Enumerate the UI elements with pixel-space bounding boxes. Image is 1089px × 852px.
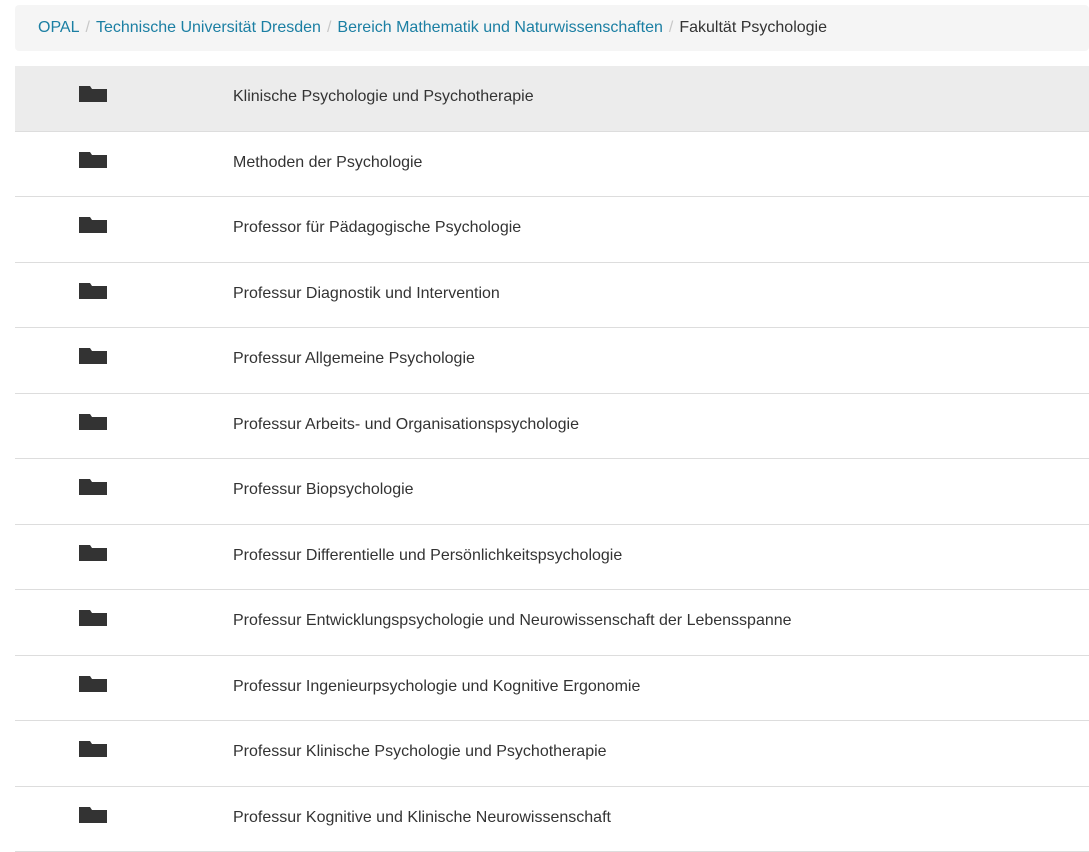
breadcrumb-link-tu-dresden[interactable]: Technische Universität Dresden (96, 19, 321, 37)
folder-icon (79, 348, 107, 364)
folder-icon (79, 676, 107, 692)
folder-label[interactable]: Professur Allgemeine Psychologie (233, 349, 475, 369)
folder-label[interactable]: Professor für Pädagogische Psychologie (233, 218, 521, 238)
folder-icon (79, 283, 107, 299)
folder-icon (79, 414, 107, 430)
folder-label[interactable]: Professur Entwicklungspsychologie und Ne… (233, 611, 792, 631)
breadcrumb: OPAL / Technische Universität Dresden / … (15, 5, 1089, 51)
breadcrumb-current: Fakultät Psychologie (679, 19, 827, 37)
breadcrumb-link-bereich[interactable]: Bereich Mathematik und Naturwissenschaft… (337, 19, 663, 37)
folder-row[interactable]: Klinische Psychologie und Psychotherapie (15, 66, 1089, 132)
folder-icon (79, 610, 107, 626)
folder-list: Klinische Psychologie und Psychotherapie… (15, 66, 1089, 852)
folder-label[interactable]: Professur Differentielle und Persönlichk… (233, 546, 622, 566)
folder-icon (79, 807, 107, 823)
folder-row[interactable]: Professur Biopsychologie (15, 459, 1089, 525)
folder-row[interactable]: Professur Klinische Psychologie und Psyc… (15, 721, 1089, 787)
folder-label[interactable]: Professur Ingenieurpsychologie und Kogni… (233, 677, 640, 697)
folder-row[interactable]: Methoden der Psychologie (15, 132, 1089, 198)
folder-row[interactable]: Professur Entwicklungspsychologie und Ne… (15, 590, 1089, 656)
folder-row[interactable]: Professur Diagnostik und Intervention (15, 263, 1089, 329)
folder-icon (79, 741, 107, 757)
folder-icon (79, 479, 107, 495)
breadcrumb-separator: / (321, 19, 337, 37)
folder-label[interactable]: Methoden der Psychologie (233, 153, 422, 173)
breadcrumb-separator: / (80, 19, 96, 37)
folder-label[interactable]: Professur Arbeits- und Organisationspsyc… (233, 415, 579, 435)
folder-icon (79, 152, 107, 168)
folder-icon (79, 86, 107, 102)
folder-label[interactable]: Professur Klinische Psychologie und Psyc… (233, 742, 607, 762)
breadcrumb-link-opal[interactable]: OPAL (38, 19, 80, 37)
folder-icon (79, 217, 107, 233)
folder-row[interactable]: Professor für Pädagogische Psychologie (15, 197, 1089, 263)
folder-label[interactable]: Professur Diagnostik und Intervention (233, 284, 500, 304)
folder-label[interactable]: Professur Biopsychologie (233, 480, 414, 500)
folder-row[interactable]: Professur Ingenieurpsychologie und Kogni… (15, 656, 1089, 722)
folder-icon (79, 545, 107, 561)
breadcrumb-separator: / (663, 19, 679, 37)
folder-row[interactable]: Professur Differentielle und Persönlichk… (15, 525, 1089, 591)
folder-label[interactable]: Klinische Psychologie und Psychotherapie (233, 87, 534, 107)
folder-row[interactable]: Professur Kognitive und Klinische Neurow… (15, 787, 1089, 852)
folder-row[interactable]: Professur Allgemeine Psychologie (15, 328, 1089, 394)
folder-row[interactable]: Professur Arbeits- und Organisationspsyc… (15, 394, 1089, 460)
